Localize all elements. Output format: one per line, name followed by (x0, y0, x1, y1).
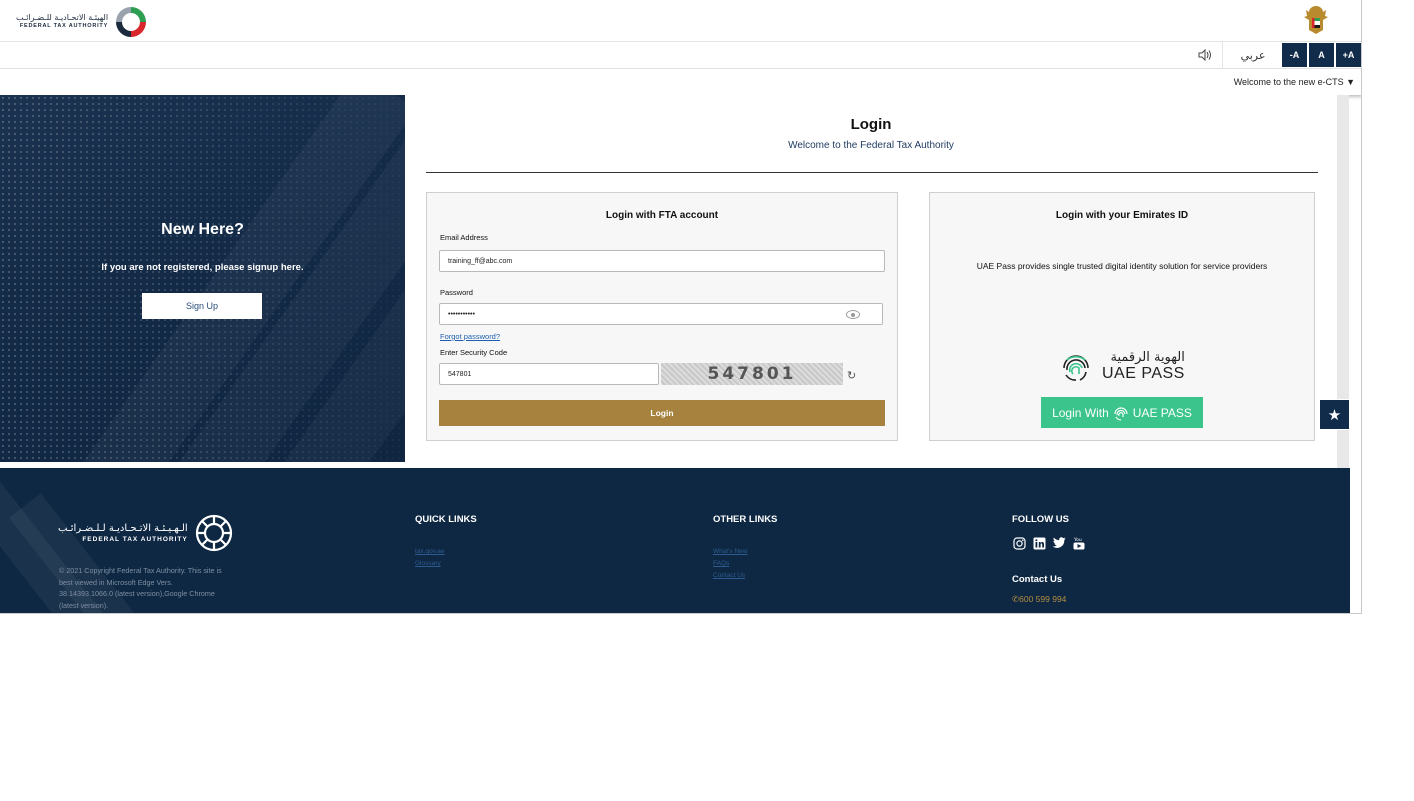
refresh-captcha-icon[interactable]: ↻ (847, 369, 856, 382)
email-input[interactable]: training_ff@abc.com (439, 250, 885, 272)
twitter-icon[interactable] (1052, 536, 1066, 550)
other-links-heading: OTHER LINKS (713, 514, 778, 525)
fta-logo-text: الهيئـة الاتحـاديـة للـضـرائـب FEDERAL T… (16, 14, 108, 30)
password-label: Password (440, 288, 473, 297)
login-subtitle: Welcome to the Federal Tax Authority (788, 140, 954, 151)
uaepass-fingerprint-icon (1114, 406, 1128, 421)
fta-login-card: Login with FTA account Email Address tra… (426, 192, 898, 441)
signup-panel (0, 95, 405, 462)
fta-logo[interactable]: الهيئـة الاتحـاديـة للـضـرائـب FEDERAL T… (16, 5, 148, 39)
phone-number-text: 600 599 994 (1019, 594, 1067, 604)
login-button[interactable]: Login (439, 400, 885, 426)
password-input[interactable]: ••••••••••• (439, 303, 883, 325)
fta-card-title: Login with FTA account (605, 210, 719, 221)
footer-logo-icon (195, 514, 232, 552)
emirates-id-card: Login with your Emirates ID UAE Pass pro… (929, 192, 1315, 441)
quick-link-tax-gov[interactable]: tax.gov.ae (415, 548, 445, 555)
quick-link-glossary[interactable]: Glossary (415, 560, 441, 567)
fta-logo-english: FEDERAL TAX AUTHORITY (19, 23, 109, 30)
uaepass-button-prefix: Login With (1052, 405, 1109, 420)
login-title: Login (850, 116, 892, 133)
login-with-uaepass-button[interactable]: Login With UAE PASS (1041, 397, 1203, 428)
contact-us-heading: Contact Us (1012, 574, 1063, 585)
quick-links-heading: QUICK LINKS (415, 514, 477, 525)
security-code-input[interactable]: 547801 (439, 363, 659, 385)
follow-us-heading: FOLLOW US (1012, 514, 1069, 525)
uaepass-logo: الهوية الرقمية UAE PASS (1058, 348, 1185, 384)
captcha-image: 547801 (661, 363, 843, 385)
other-link-whats-new[interactable]: What's New (713, 548, 747, 555)
uaepass-arabic: الهوية الرقمية (1110, 349, 1185, 365)
social-links: You (1012, 536, 1086, 550)
font-decrease-button[interactable]: -A (1282, 43, 1307, 67)
uaepass-english: UAE PASS (1102, 364, 1185, 382)
eid-card-title: Login with your Emirates ID (1055, 210, 1189, 221)
password-value: ••••••••••• (448, 310, 475, 318)
top-header: الهيئـة الاتحـاديـة للـضـرائـب FEDERAL T… (0, 0, 1361, 42)
read-aloud-button[interactable] (1187, 42, 1223, 68)
other-link-faqs[interactable]: FAQs (713, 560, 729, 567)
page: الهيئـة الاتحـاديـة للـضـرائـب FEDERAL T… (0, 0, 1414, 801)
copyright-text: © 2021 Copyright Federal Tax Authority. … (59, 566, 222, 610)
language-toggle[interactable]: عربي (1228, 42, 1278, 68)
footer: الـهـيـئـة الاتـحـاديـة لـلـضـرائـب FEDE… (0, 468, 1350, 613)
show-password-icon[interactable] (846, 310, 860, 319)
font-reset-button[interactable]: A (1309, 43, 1334, 67)
accessibility-toolbar: عربي -A A +A (0, 42, 1361, 69)
welcome-dropdown[interactable]: Welcome to the new e-CTS ▼ (1234, 77, 1355, 87)
scrollbar[interactable] (1337, 95, 1349, 500)
fta-logo-arabic: الهيئـة الاتحـاديـة للـضـرائـب (16, 13, 109, 23)
forgot-password-link[interactable]: Forgot password? (440, 332, 500, 341)
youtube-icon[interactable]: You (1072, 536, 1086, 550)
font-increase-button[interactable]: +A (1336, 43, 1361, 67)
linkedin-icon[interactable] (1032, 536, 1046, 550)
uae-emblem-icon (1304, 6, 1328, 34)
browser-frame: الهيئـة الاتحـاديـة للـضـرائـب FEDERAL T… (0, 0, 1362, 614)
welcome-bar: Welcome to the new e-CTS ▼ (0, 69, 1361, 95)
divider (426, 172, 1318, 173)
sign-up-button[interactable]: Sign Up (142, 293, 262, 319)
uaepass-description: UAE Pass provides single trusted digital… (976, 261, 1268, 271)
uaepass-logo-text: الهوية الرقمية UAE PASS (1102, 350, 1185, 383)
instagram-icon[interactable] (1012, 536, 1026, 550)
svg-text:You: You (1073, 537, 1082, 543)
fingerprint-icon (1063, 355, 1089, 381)
new-here-heading: New Here? (161, 221, 244, 238)
footer-logo-arabic: الـهـيـئـة الاتـحـاديـة لـلـضـرائـب (58, 523, 188, 534)
footer-logo-english: FEDERAL TAX AUTHORITY (82, 536, 188, 543)
phone-number[interactable]: ✆600 599 994 (1012, 594, 1066, 605)
footer-logo-text: الـهـيـئـة الاتـحـاديـة لـلـضـرائـب FEDE… (58, 523, 188, 543)
signup-prompt: If you are not registered, please signup… (101, 262, 304, 273)
email-label: Email Address (440, 233, 488, 242)
favorite-star-button[interactable]: ★ (1319, 399, 1350, 430)
security-code-label: Enter Security Code (440, 348, 508, 357)
footer-logo[interactable]: الـهـيـئـة الاتـحـاديـة لـلـضـرائـب FEDE… (58, 513, 234, 553)
speaker-icon (1198, 49, 1211, 61)
uaepass-button-brand: UAE PASS (1132, 405, 1192, 420)
fta-logo-icon (116, 7, 147, 37)
other-link-contact-us[interactable]: Contact Us (713, 572, 745, 579)
